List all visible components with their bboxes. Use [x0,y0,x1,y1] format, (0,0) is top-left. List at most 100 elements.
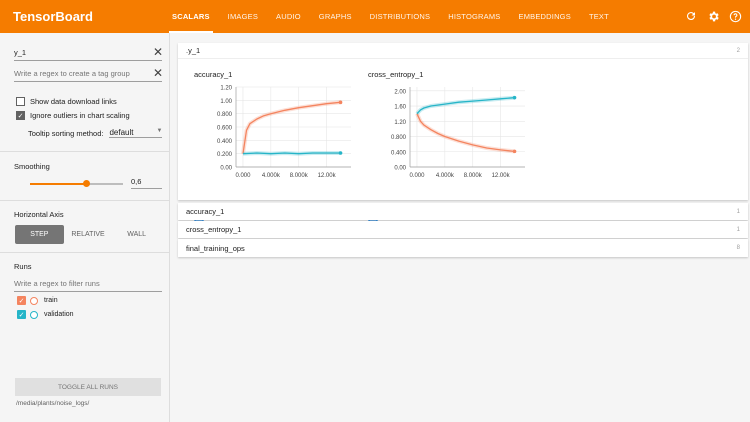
tab-histograms[interactable]: HISTOGRAMS [439,0,509,33]
y-tick-label: 0.800 [391,135,407,141]
chart-svg[interactable]: 1.20 1.00 0.800 0.600 0.400 0.200 0.000.000 4.0… [194,82,359,202]
app-title: TensorBoard [13,9,93,24]
group-name: accuracy_1 [186,207,225,216]
tooltip-sorting-select[interactable]: default ▼ [109,128,163,138]
x-tick-label: 8.000k [464,173,483,179]
tag-group-card[interactable]: final_training_ops 8 [178,239,748,257]
series-endpoint-validation [512,95,517,100]
y-tick-label: 0.400 [217,139,233,145]
series-line-validation [242,152,341,155]
chart-title: accuracy_1 [194,70,233,79]
axis-option-wall[interactable]: WALL [112,225,161,244]
group-count: 1 [736,226,740,233]
show-download-links-checkbox[interactable]: Show data download links [16,97,117,106]
clear-tag-group-icon[interactable]: ✕ [152,66,164,80]
y-tick-label: 2.00 [394,89,406,95]
tab-distributions[interactable]: DISTRIBUTIONS [361,0,440,33]
ignore-outliers-label: Ignore outliers in chart scaling [30,111,130,120]
chart-cross-entropy: cross_entropy_1 2.00 1.60 1.20 0.800 0.400 0.… [368,70,533,228]
tag-group-card[interactable]: accuracy_1 1 [178,203,748,220]
sidebar: y_1 ✕ Write a regex to create a tag grou… [0,33,170,422]
divider [0,252,170,253]
x-tick-label: 12.00k [318,173,337,179]
smoothing-slider[interactable] [30,180,123,187]
tab-graphs[interactable]: GRAPHS [310,0,361,33]
runs-filter-input[interactable]: Write a regex to filter runs [14,276,162,292]
x-tick-label: 4.000k [436,173,455,179]
run-label: validation [44,311,74,318]
run-label: train [44,297,58,304]
checkbox-icon [16,97,25,106]
axis-option-relative[interactable]: RELATIVE [64,225,113,244]
group-name: .y_1 [186,46,201,55]
tag-group-input[interactable]: Write a regex to create a tag group ✕ [14,66,164,82]
run-item-validation[interactable]: ✓ validation [17,310,74,319]
group-name: cross_entropy_1 [186,225,242,234]
smoothing-slider-knob[interactable] [82,180,90,187]
y-tick-label: 1.60 [394,105,406,111]
dropdown-arrow-icon: ▼ [156,128,163,134]
y-tick-label: 0.400 [391,150,407,156]
tag-group-placeholder: Write a regex to create a tag group [14,69,130,78]
y-tick-label: 1.00 [220,99,232,105]
run-checkbox-icon[interactable]: ✓ [17,310,26,319]
axis-option-step[interactable]: STEP [15,225,64,244]
y-tick-label: 0.00 [394,166,406,172]
group-count: 8 [736,245,740,251]
tooltip-sorting-label: Tooltip sorting method: [28,128,104,138]
refresh-icon[interactable] [684,9,698,23]
y-tick-label: 0.00 [220,166,232,172]
group-count: 2 [736,47,740,54]
run-item-train[interactable]: ✓ train [17,296,58,305]
y-tick-label: 0.800 [217,112,233,118]
chart-title: cross_entropy_1 [368,70,424,79]
x-tick-label: 0.000 [409,173,425,179]
tab-images[interactable]: IMAGES [219,0,267,33]
runs-label: Runs [14,262,32,271]
smoothing-slider-fill [30,183,86,185]
checkmark-icon: ✓ [16,111,25,120]
tab-embeddings[interactable]: EMBEDDINGS [510,0,580,33]
ignore-outliers-checkbox[interactable]: ✓ Ignore outliers in chart scaling [16,111,130,120]
settings-icon[interactable] [706,9,720,23]
tag-group-header[interactable]: .y_1 2 [178,43,748,59]
smoothing-label: Smoothing [14,162,50,171]
tag-filter-input[interactable]: y_1 ✕ [14,45,164,61]
clear-tag-filter-icon[interactable]: ✕ [152,45,164,59]
tooltip-sorting-value: default [109,128,134,137]
toggle-all-runs-button[interactable]: TOGGLE ALL RUNS [15,378,161,396]
divider [0,151,170,152]
show-download-links-label: Show data download links [30,97,117,106]
series-band-train [241,100,341,154]
series-endpoint-train [512,149,517,154]
logdir-path: /media/plants/noise_logs/ [16,400,90,407]
series-line-train [416,113,515,153]
tag-filter-value: y_1 [14,48,27,57]
tab-scalars[interactable]: SCALARS [163,0,219,33]
dashboard-tabs: SCALARS IMAGES AUDIO GRAPHS DISTRIBUTION… [163,0,618,33]
tag-group-card[interactable]: cross_entropy_1 1 [178,221,748,238]
smoothing-value-input[interactable]: 0,6 [131,175,162,189]
run-checkbox-icon[interactable]: ✓ [17,296,26,305]
help-icon[interactable] [728,9,742,23]
x-tick-label: 0.000 [235,173,251,179]
chart-svg[interactable]: 2.00 1.60 1.20 0.800 0.400 0.000.000 4.000k 8.0… [368,82,533,202]
top-app-bar: TensorBoard SCALARS IMAGES AUDIO GRAPHS … [0,0,750,33]
y-tick-label: 0.600 [217,126,233,132]
run-color-icon [30,296,38,305]
chart-accuracy: accuracy_1 1.20 1.00 0.800 0.600 0.400 0.200 0… [194,70,359,228]
series-endpoint-train [338,100,343,105]
tooltip-sorting-row: Tooltip sorting method: default ▼ [28,128,163,138]
series-band-train [415,112,515,154]
run-color-icon [30,310,38,319]
x-tick-label: 8.000k [290,173,309,179]
series-endpoint-validation [338,151,343,155]
horizontal-axis-label: Horizontal Axis [14,210,64,219]
group-name: final_training_ops [186,243,245,253]
divider [0,200,170,201]
tab-audio[interactable]: AUDIO [267,0,310,33]
runs-filter-placeholder: Write a regex to filter runs [14,279,100,288]
y-tick-label: 1.20 [220,86,232,92]
x-tick-label: 4.000k [262,173,281,179]
tab-text[interactable]: TEXT [580,0,618,33]
